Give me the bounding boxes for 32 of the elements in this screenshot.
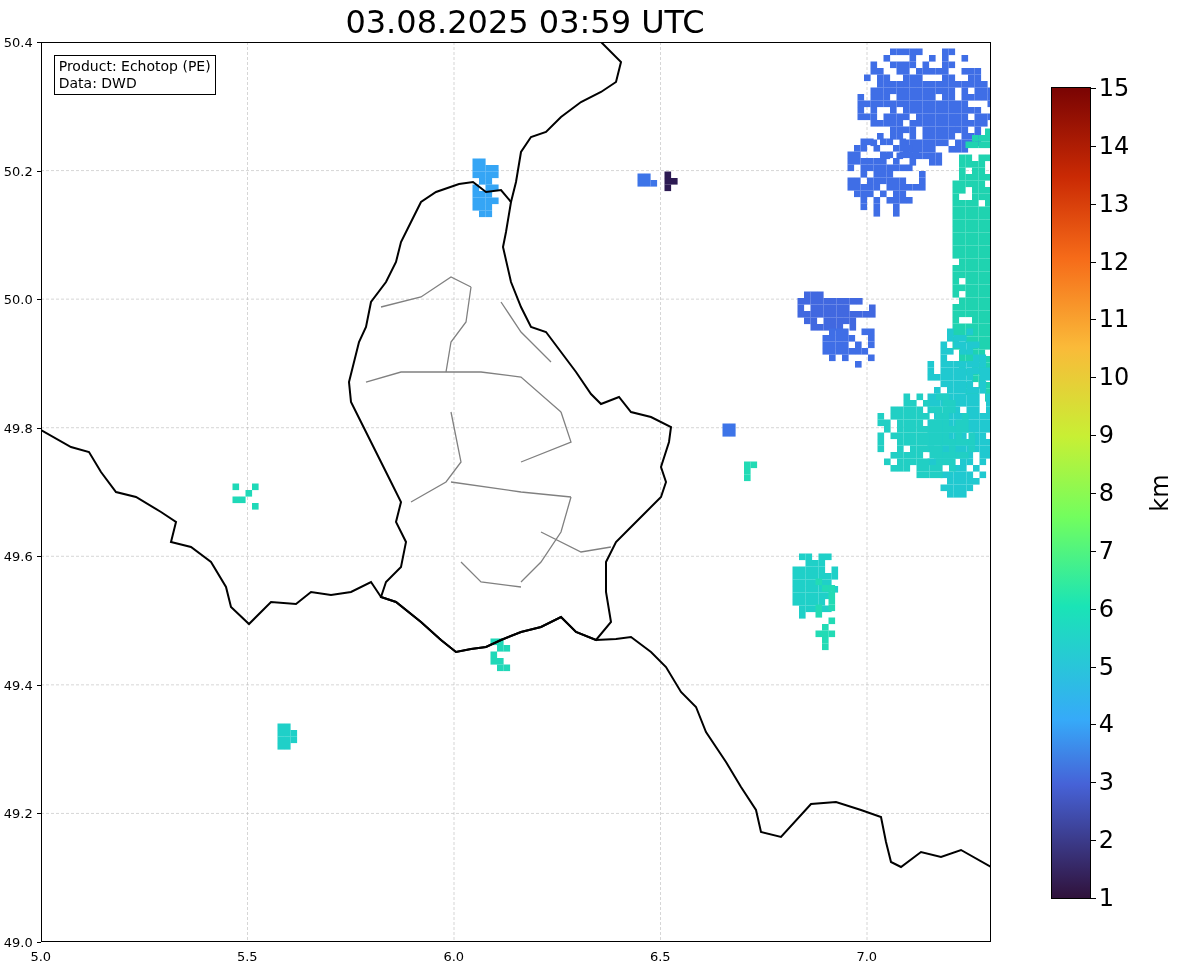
colorbar-tick-label: 7	[1098, 536, 1114, 565]
colorbar-tick-label: 4	[1098, 710, 1114, 739]
info-text: Product: Echotop (PE)	[58, 58, 211, 75]
colorbar-tick-label: 5	[1098, 652, 1114, 681]
colorbar-tick-label: 1	[1098, 884, 1114, 912]
y-tick-label: 50.0	[3, 291, 33, 307]
colorbar-label: km	[1145, 474, 1174, 512]
x-tick-label: 6.5	[649, 949, 671, 964]
colorbar-tick-label: 12	[1098, 247, 1130, 276]
y-tick-label: 49.4	[3, 677, 33, 693]
colorbar-tick-label: 6	[1098, 594, 1114, 623]
colorbar-tick-label: 2	[1098, 826, 1114, 855]
x-tick-label: 5.5	[236, 949, 258, 964]
colorbar-tick-label: 9	[1098, 421, 1114, 450]
colorbar-tick-label: 13	[1098, 189, 1130, 218]
colorbar-tick-label: 15	[1098, 74, 1130, 102]
y-tick-label: 49.2	[3, 805, 33, 821]
y-tick-label: 49.6	[3, 548, 33, 564]
colorbar-tick-label: 8	[1098, 479, 1114, 507]
colorbar-tick-label: 14	[1098, 131, 1130, 160]
info-text: Data: DWD	[58, 75, 138, 92]
y-tick-label: 50.2	[3, 163, 33, 179]
colorbar-tick-label: 10	[1098, 363, 1130, 392]
x-tick-label: 5.0	[30, 949, 52, 964]
x-tick-label: 6.0	[443, 949, 465, 964]
x-tick-label: 7.0	[856, 949, 878, 964]
colorbar-tick-label: 11	[1098, 305, 1130, 334]
y-tick-label: 49.0	[3, 934, 33, 950]
chart-title: 03.08.2025 03:59 UTC	[344, 2, 706, 42]
y-tick-label: 49.8	[3, 420, 33, 436]
colorbar-tick-label: 3	[1098, 768, 1114, 797]
y-tick-label: 50.4	[3, 34, 33, 50]
